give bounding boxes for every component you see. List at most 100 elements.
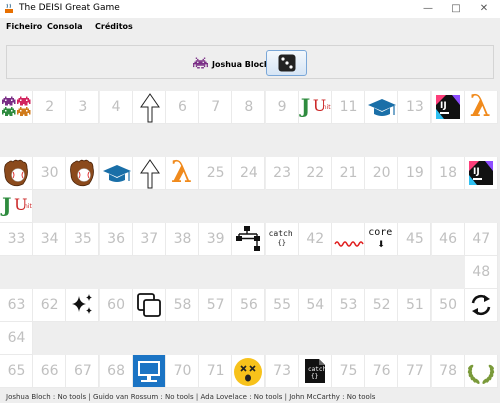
- maximize-button[interactable]: □: [442, 0, 470, 18]
- cell-number: 38: [173, 231, 192, 247]
- cell-number: 64: [7, 330, 26, 346]
- cell-number: 68: [107, 363, 125, 379]
- current-player-name: Joshua Bloch: [212, 60, 270, 69]
- board-cell-26: λ: [166, 155, 199, 190]
- junit-nit: nit: [24, 203, 32, 210]
- board-cell-37: 37: [132, 223, 166, 256]
- graduation-cap-icon: [365, 91, 398, 124]
- board-cell-43: [332, 223, 365, 256]
- cell-number: 63: [7, 297, 26, 313]
- cell-number: 46: [439, 231, 457, 247]
- cap-graphic: [102, 165, 131, 182]
- board-cell-53: 53: [332, 289, 365, 322]
- window-title: The DEISI Great Game: [19, 3, 120, 13]
- board-cell-76: 76: [365, 355, 399, 388]
- cell-number: 56: [239, 297, 258, 313]
- cell-number: 4: [111, 99, 121, 115]
- board-cell-14: IJ: [431, 91, 465, 124]
- recycle-arrows-icon: [465, 289, 498, 322]
- cell-number: 70: [173, 363, 192, 379]
- invaders-graphic: [2, 96, 31, 116]
- board-cell-49: [464, 289, 498, 322]
- cell-number: 75: [339, 363, 358, 379]
- cell-number: 20: [372, 165, 391, 181]
- down-arrow-icon: ⬇: [377, 240, 385, 250]
- board-cell-1: [0, 91, 33, 124]
- dizzy-graphic: [234, 358, 263, 386]
- svg-text:IJ: IJ: [473, 167, 480, 177]
- cell-number: 9: [277, 99, 287, 115]
- space-invader-icon: [193, 57, 208, 69]
- board-cell-70: 70: [166, 355, 199, 388]
- board-cell-8: 8: [232, 91, 266, 124]
- sparkles-icon: [66, 289, 99, 322]
- board-cell-47: 47: [464, 223, 498, 256]
- board-cell-68: 68: [99, 355, 133, 388]
- board-cell-56: 56: [232, 289, 266, 322]
- cell-number: 54: [306, 297, 325, 313]
- duplicate-graphic: [136, 293, 161, 317]
- title-bar: The DEISI Great Game — □ ✕: [0, 0, 500, 18]
- status-bar: Joshua Bloch : No tools | Guido van Ross…: [0, 391, 500, 403]
- menu-creditos[interactable]: Créditos: [95, 22, 133, 31]
- red-squiggle-icon: [332, 223, 365, 256]
- board-cell-51: 51: [398, 289, 432, 322]
- junit-j: J: [2, 193, 12, 217]
- laurel-wreath-icon: [465, 355, 498, 388]
- board-cell-62: 62: [33, 289, 67, 322]
- monitor-graphic: [132, 355, 165, 387]
- board-cell-35: 35: [66, 223, 100, 256]
- board-cell-72: [232, 355, 266, 388]
- cell-number: 35: [73, 231, 92, 247]
- board-cell-45: 45: [398, 223, 432, 256]
- cell-number: 24: [239, 165, 258, 181]
- board-cell-12: [365, 91, 399, 124]
- lambda-icon: λ: [166, 155, 199, 190]
- board-cell-52: 52: [365, 289, 399, 322]
- cell-number: 34: [40, 231, 59, 247]
- board-cell-66: 66: [33, 355, 67, 388]
- board-cell-28: [99, 157, 133, 190]
- board-cell-60: 60: [99, 289, 133, 322]
- catch-file-icon: catch{}: [299, 355, 332, 388]
- board-cell-15: λ: [464, 89, 498, 124]
- duplicate-squares-icon: [133, 289, 166, 322]
- minimize-button[interactable]: —: [414, 0, 442, 18]
- cell-number: 11: [339, 99, 358, 115]
- close-button[interactable]: ✕: [470, 0, 498, 18]
- board-cell-42: 42: [298, 223, 332, 256]
- cell-number: 47: [472, 231, 491, 247]
- catch-file-graphic: catch{}: [304, 359, 325, 383]
- board-cell-78: 78: [431, 355, 465, 388]
- board-cell-63: 63: [0, 289, 33, 322]
- board-cell-30: 30: [33, 157, 67, 190]
- cell-number: 19: [405, 165, 424, 181]
- java-app-icon: [5, 3, 13, 13]
- cell-number: 36: [107, 231, 125, 247]
- cell-number: 57: [206, 297, 225, 313]
- board-cell-27: [132, 157, 166, 190]
- board-cell-36: 36: [99, 223, 133, 256]
- glove-graphic: [70, 159, 95, 187]
- cell-number: 53: [339, 297, 358, 313]
- cell-number: 30: [40, 165, 59, 181]
- cell-number: 66: [40, 363, 59, 379]
- junit-icon: J Unit: [0, 190, 33, 223]
- squiggle-graphic: [334, 241, 364, 247]
- board-cell-44: core ⬇: [365, 223, 399, 256]
- arrow-up-outline-icon: [133, 157, 166, 190]
- recycle-graphic: [471, 294, 491, 316]
- catch-label: catch: [268, 229, 293, 238]
- menu-consola[interactable]: Consola: [47, 22, 82, 31]
- roll-dice-button[interactable]: [266, 50, 307, 76]
- glove-graphic: [4, 159, 28, 187]
- board-cell-17: J Unit: [0, 190, 33, 223]
- arrow-graphic: [139, 93, 160, 123]
- cell-number: 51: [405, 297, 424, 313]
- cell-number: 37: [140, 231, 159, 247]
- cell-number: 77: [405, 363, 424, 379]
- menu-ficheiro[interactable]: Ficheiro: [6, 22, 42, 31]
- cell-number: 33: [7, 231, 26, 247]
- board-cell-40: [232, 223, 266, 256]
- board-cell-64: 64: [0, 322, 33, 355]
